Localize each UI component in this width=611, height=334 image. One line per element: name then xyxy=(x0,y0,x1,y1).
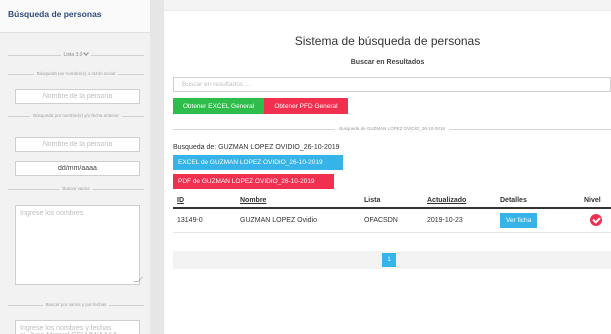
column-header-id[interactable]: ID xyxy=(173,193,236,209)
sidebar-title: Búsqueda de personas xyxy=(8,9,102,19)
column-header-nivel: Nivel xyxy=(580,193,611,209)
table-header-row: ID Nombre Lista Actualizado Detalles Niv… xyxy=(173,193,611,209)
section-divider-multi-dates: Buscar por varios y por fechas xyxy=(8,300,144,310)
section-label-multi-dates: Buscar por varios y por fechas xyxy=(42,300,110,310)
sidebar: Búsqueda de personas Lista 3.0 Búsqueda … xyxy=(0,0,150,334)
name-date-search-input[interactable] xyxy=(15,137,140,152)
section-divider-name: Búsqueda por nombre(s) o razón social xyxy=(8,69,144,79)
page-title: Sistema de búsqueda de personas xyxy=(294,34,481,48)
lista-toggle-label: Lista 3.0 xyxy=(63,52,83,58)
pagination: 1 xyxy=(173,251,611,269)
column-header-actualizado[interactable]: Actualizado xyxy=(423,193,496,209)
page-button-current[interactable]: 1 xyxy=(382,253,396,267)
multi-names-textarea[interactable] xyxy=(15,205,140,285)
chevron-down-icon xyxy=(83,50,90,56)
section-divider-multi: Buscar varios xyxy=(8,184,144,194)
search-divider-label: Busqueda de GUZMAN LOPEZ OVIDIO_26-10-20… xyxy=(335,125,449,133)
cell-actualizado: 2019-10-23 xyxy=(423,208,496,233)
cell-detalles: Ver ficha xyxy=(496,208,580,233)
section-label-name: Búsqueda por nombre(s) o razón social xyxy=(33,69,119,79)
results-search-input[interactable] xyxy=(173,77,611,92)
view-details-button[interactable]: Ver ficha xyxy=(500,212,538,228)
results-table: ID Nombre Lista Actualizado Detalles Niv… xyxy=(173,193,611,233)
sidebar-separator xyxy=(150,0,164,334)
cell-nivel xyxy=(580,208,611,233)
column-header-nombre[interactable]: Nombre xyxy=(236,193,360,209)
pdf-general-button[interactable]: Obtener PFD General xyxy=(264,98,348,114)
section-label-name-date: Búsqueda por nombre(s) y/o fecha anterio… xyxy=(30,111,122,121)
main-panel: Sistema de búsqueda de personas Buscar e… xyxy=(164,10,611,334)
table-row: 13149-0 GUZMAN LOPEZ Ovidio OFACSDN 2019… xyxy=(173,208,611,233)
results-search-heading: Buscar en Resultados xyxy=(350,59,425,66)
search-divider: Busqueda de GUZMAN LOPEZ OVIDIO_26-10-20… xyxy=(173,125,611,133)
section-label-multi: Buscar varios xyxy=(59,184,93,194)
date-input[interactable] xyxy=(15,161,140,176)
multi-names-dates-textarea[interactable] xyxy=(15,320,140,334)
cell-lista: OFACSDN xyxy=(360,208,423,233)
name-search-input[interactable] xyxy=(15,89,140,104)
column-header-detalles: Detalles xyxy=(496,193,580,209)
search-query-label: Busqueda de: GUZMAN LOPEZ OVIDIO_26-10-2… xyxy=(173,144,340,151)
cell-id: 13149-0 xyxy=(173,208,236,233)
column-header-lista: Lista xyxy=(360,193,423,209)
check-circle-icon xyxy=(590,214,602,227)
cell-nombre: GUZMAN LOPEZ Ovidio xyxy=(236,208,360,233)
sidebar-header: Búsqueda de personas xyxy=(0,0,150,33)
lista-toggle[interactable]: Lista 3.0 xyxy=(8,50,144,60)
section-divider-name-date: Búsqueda por nombre(s) y/o fecha anterio… xyxy=(8,111,144,121)
excel-general-button[interactable]: Obtener EXCEL General xyxy=(173,98,264,114)
pdf-person-button[interactable]: PDF de GUZMAN LOPEZ OVIDIO_26-10-2019 xyxy=(173,174,334,189)
excel-person-button[interactable]: EXCEL de GUZMAN LOPEZ OVIDIO_26-10-2019 xyxy=(173,155,343,170)
